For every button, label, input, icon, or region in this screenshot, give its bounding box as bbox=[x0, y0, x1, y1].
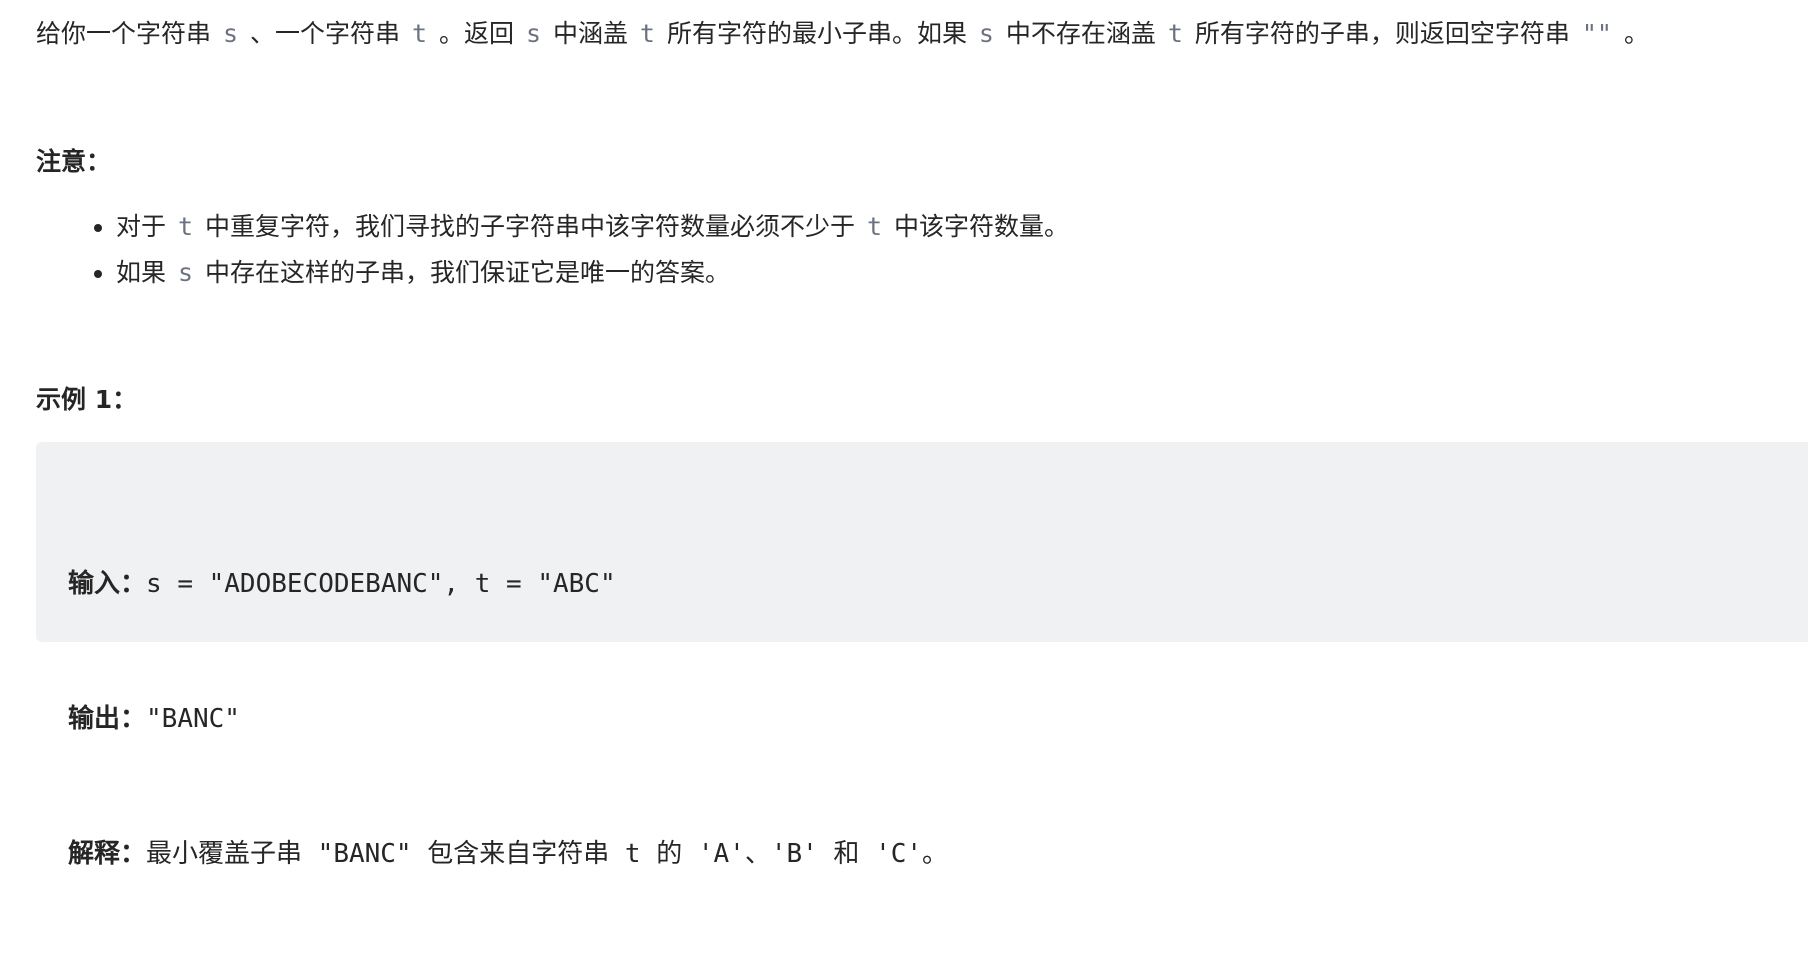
statement-text: 所有字符的子串，则返回空字符串 bbox=[1194, 19, 1570, 48]
note-text: 中该字符数量。 bbox=[893, 212, 1069, 241]
output-label: 输出： bbox=[68, 704, 147, 734]
input-value: s = "ADOBECODEBANC", t = "ABC" bbox=[146, 569, 616, 599]
output-value: "BANC" bbox=[146, 704, 240, 734]
statement-text: 中不存在涵盖 bbox=[1005, 19, 1156, 48]
example-code-block: 输入：s = "ADOBECODEBANC", t = "ABC" 输出："BA… bbox=[36, 442, 1808, 869]
inline-code-t: t bbox=[177, 212, 194, 241]
inline-code-t: t bbox=[866, 212, 883, 241]
statement-text: 。返回 bbox=[438, 19, 514, 48]
inline-code-s: s bbox=[525, 19, 541, 48]
inline-code-s: s bbox=[222, 19, 239, 48]
problem-statement: 给你一个字符串 s 、一个字符串 t 。返回 s 中涵盖 t 所有字符的最小子串… bbox=[36, 14, 1649, 54]
statement-text: 、一个字符串 bbox=[249, 19, 400, 48]
explanation-value: 最小覆盖子串 "BANC" 包含来自字符串 t 的 'A'、'B' 和 'C'。 bbox=[146, 839, 949, 869]
statement-text: 。 bbox=[1623, 19, 1649, 48]
inline-code-t: t bbox=[1167, 19, 1183, 48]
example-output-line: 输出："BANC" bbox=[68, 697, 948, 742]
note-text: 对于 bbox=[116, 212, 167, 241]
example-input-line: 输入：s = "ADOBECODEBANC", t = "ABC" bbox=[68, 562, 948, 607]
inline-code-t: t bbox=[411, 19, 428, 48]
example-explanation-line: 解释：最小覆盖子串 "BANC" 包含来自字符串 t 的 'A'、'B' 和 '… bbox=[68, 832, 948, 877]
input-label: 输入： bbox=[68, 569, 147, 599]
list-item: 如果 s 中存在这样的子串，我们保证它是唯一的答案。 bbox=[116, 250, 1069, 296]
notes-list: 对于 t 中重复字符，我们寻找的子字符串中该字符数量必须不少于 t 中该字符数量… bbox=[36, 204, 1069, 296]
note-heading: 注意： bbox=[36, 147, 112, 176]
inline-code-t: t bbox=[639, 19, 655, 48]
example-heading: 示例 1： bbox=[36, 385, 138, 414]
inline-code-empty-string: "" bbox=[1581, 19, 1612, 48]
statement-text: 中涵盖 bbox=[552, 19, 628, 48]
list-item: 对于 t 中重复字符，我们寻找的子字符串中该字符数量必须不少于 t 中该字符数量… bbox=[116, 204, 1069, 250]
note-text: 中存在这样的子串，我们保证它是唯一的答案。 bbox=[204, 258, 730, 287]
inline-code-s: s bbox=[978, 19, 994, 48]
explanation-label: 解释： bbox=[68, 839, 147, 869]
statement-text: 所有字符的最小子串。如果 bbox=[666, 19, 967, 48]
statement-text: 给你一个字符串 bbox=[36, 19, 212, 48]
inline-code-s: s bbox=[177, 258, 194, 287]
note-text: 中重复字符，我们寻找的子字符串中该字符数量必须不少于 bbox=[204, 212, 855, 241]
note-text: 如果 bbox=[116, 258, 167, 287]
